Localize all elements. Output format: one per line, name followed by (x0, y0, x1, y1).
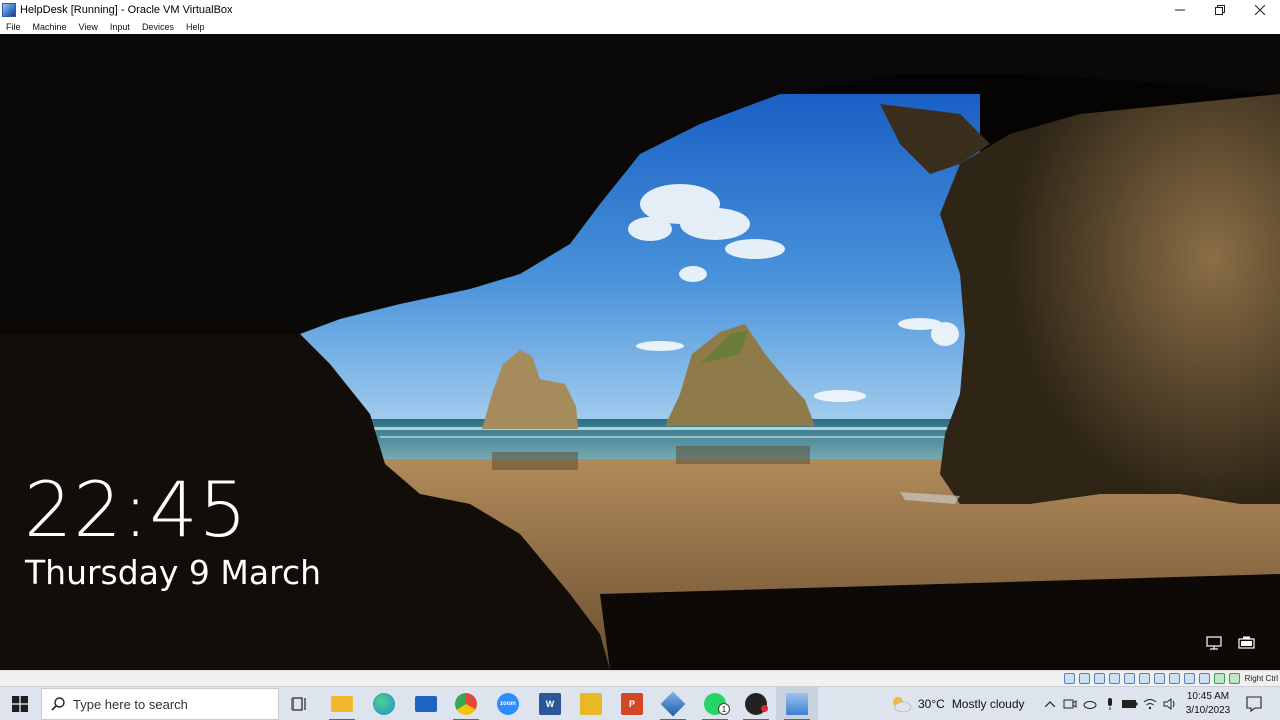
host-key-label: Right Ctrl (1244, 674, 1278, 683)
chrome-button[interactable] (445, 687, 487, 720)
powerpoint-icon: P (621, 693, 643, 715)
virtualbox-app-icon (2, 3, 16, 17)
menu-devices[interactable]: Devices (142, 22, 174, 32)
hard-disk-icon[interactable] (1064, 673, 1075, 684)
wifi-icon[interactable] (1142, 696, 1158, 712)
volume-icon[interactable] (1162, 696, 1178, 712)
microphone-icon[interactable] (1102, 696, 1118, 712)
task-view-icon (291, 697, 306, 711)
audio-icon[interactable] (1094, 673, 1105, 684)
cpu-icon[interactable] (1184, 673, 1195, 684)
restore-icon[interactable] (1200, 0, 1240, 20)
zoom-icon: zoom (497, 693, 519, 715)
guest-additions-icon[interactable] (1214, 673, 1225, 684)
taskbar-date: 3/10/2023 (1185, 705, 1231, 716)
window-controls (1160, 0, 1280, 20)
zoom-button[interactable]: zoom (487, 687, 529, 720)
search-box[interactable]: Type here to search (41, 688, 279, 720)
shared-folder-icon[interactable] (1139, 673, 1150, 684)
title-bar: HelpDesk [Running] - Oracle VM VirtualBo… (0, 0, 1280, 20)
menu-machine[interactable]: Machine (33, 22, 67, 32)
menu-help[interactable]: Help (186, 22, 205, 32)
virtualbox-button[interactable] (652, 687, 694, 720)
power-icon[interactable] (1238, 636, 1256, 655)
display-icon[interactable] (1154, 673, 1165, 684)
word-button[interactable]: W (529, 687, 571, 720)
whatsapp-badge: 1 (718, 703, 730, 715)
taskbar-clock[interactable]: 10:45 AM 3/10/2023 (1180, 691, 1236, 716)
obs-button[interactable] (735, 687, 777, 720)
notification-center-icon[interactable] (1240, 687, 1268, 720)
vm-status-bar: Right Ctrl (0, 670, 1280, 686)
menu-file[interactable]: File (6, 22, 21, 32)
menu-input[interactable]: Input (110, 22, 130, 32)
menu-view[interactable]: View (79, 22, 98, 32)
mail-button[interactable] (405, 687, 447, 720)
keyboard-capture-icon[interactable] (1229, 673, 1240, 684)
powerpoint-button[interactable]: P (611, 687, 653, 720)
ease-of-access-icon[interactable] (1206, 636, 1224, 655)
helpdesk-vm-button[interactable] (776, 687, 818, 720)
taskbar-time: 10:45 AM (1186, 691, 1230, 702)
notes-icon (580, 693, 602, 715)
menu-bar: File Machine View Input Devices Help (0, 20, 1280, 34)
lockscreen-date: Thursday 9 March (25, 553, 322, 592)
edge-button[interactable] (363, 687, 405, 720)
start-button[interactable] (0, 687, 40, 720)
chevron-up-icon[interactable] (1042, 696, 1058, 712)
folder-icon (331, 696, 353, 712)
video-capture-icon[interactable] (1169, 673, 1180, 684)
virtualbox-icon (660, 691, 686, 717)
weather-description: Mostly cloudy (951, 697, 1025, 711)
usb-icon[interactable] (1124, 673, 1135, 684)
word-icon: W (539, 693, 561, 715)
whatsapp-button[interactable]: 1 (694, 687, 736, 720)
cloudy-icon (893, 697, 912, 712)
meet-now-icon[interactable] (1062, 696, 1078, 712)
window-title: HelpDesk [Running] - Oracle VM VirtualBo… (20, 4, 233, 16)
edge-icon (373, 693, 395, 715)
minimize-icon[interactable] (1160, 0, 1200, 20)
onedrive-icon[interactable] (1082, 696, 1098, 712)
search-icon (51, 697, 65, 711)
task-view-button[interactable] (279, 687, 321, 720)
file-explorer-button[interactable] (321, 687, 363, 720)
close-icon[interactable] (1240, 0, 1280, 20)
network-adapter-icon[interactable] (1109, 673, 1120, 684)
mail-icon (415, 696, 437, 712)
notes-button[interactable] (570, 687, 612, 720)
vm-screen[interactable]: 22:45 Thursday 9 March (0, 34, 1280, 670)
chrome-icon (455, 693, 477, 715)
lockscreen-time: 22:45 (24, 465, 249, 554)
mouse-integration-icon[interactable] (1199, 673, 1210, 684)
system-tray (1042, 687, 1182, 720)
battery-icon[interactable] (1122, 696, 1138, 712)
vm-window-icon (786, 693, 808, 715)
optical-drive-icon[interactable] (1079, 673, 1090, 684)
windows-logo-icon (12, 696, 28, 712)
weather-widget[interactable]: 30°C Mostly cloudy (890, 687, 1025, 720)
search-placeholder: Type here to search (73, 696, 188, 712)
taskbar: Type here to search zoom W P 1 30°C Most… (0, 686, 1280, 720)
weather-temperature: 30°C (918, 697, 945, 711)
